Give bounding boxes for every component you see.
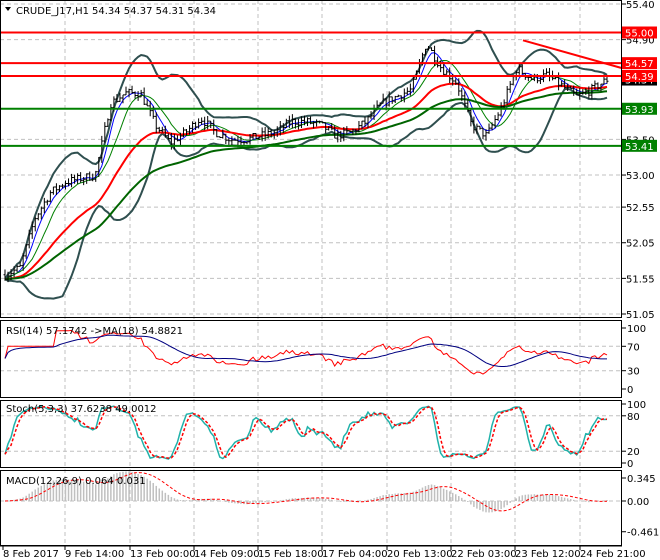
time-tick-label: 17 Feb 04:00 xyxy=(322,549,388,560)
price-tick-label: 51.05 xyxy=(626,310,655,321)
indicator-tick-label: 20 xyxy=(627,447,640,458)
indicator-tick-label: 0.00 xyxy=(627,497,649,508)
macd-title: MACD(12,26,9) 0.064 0.031 xyxy=(6,476,146,487)
trading-chart[interactable]: CRUDE_J17,H1 54.34 54.37 54.31 54.34 RSI… xyxy=(0,0,660,560)
indicator-tick-label: 30 xyxy=(627,367,640,378)
indicator-tick-label: 100 xyxy=(627,400,646,411)
indicator-tick-label: 0.345 xyxy=(627,474,656,485)
rsi-title: RSI(14) 57.1742 ->MA(18) 54.8821 xyxy=(6,326,183,337)
price-tick-label: 55.40 xyxy=(626,0,655,11)
price-tick-label: 51.55 xyxy=(626,274,655,285)
indicator-tick-label: 70 xyxy=(627,342,640,353)
chart-header: CRUDE_J17,H1 54.34 54.37 54.31 54.34 xyxy=(5,6,216,17)
price-tick-label: 53.00 xyxy=(626,171,655,182)
time-tick-label: 14 Feb 09:00 xyxy=(194,549,260,560)
price-tick-label: 52.05 xyxy=(626,239,655,250)
level-price-label: 54.39 xyxy=(625,72,654,83)
time-tick-label: 20 Feb 13:00 xyxy=(387,549,453,560)
ohlc-values: 54.34 54.37 54.31 54.34 xyxy=(92,6,216,17)
time-tick-label: 23 Feb 12:00 xyxy=(515,549,581,560)
stoch-title: Stoch(5,3,3) 37.6238 49.0012 xyxy=(6,404,157,415)
time-tick-label: 24 Feb 21:00 xyxy=(580,549,646,560)
level-price-label: 53.41 xyxy=(625,142,654,153)
symbol-label: CRUDE_J17,H1 xyxy=(16,6,89,17)
time-tick-label: 13 Feb 00:00 xyxy=(130,549,196,560)
indicator-tick-label: -0.461 xyxy=(627,528,659,539)
indicator-tick-label: 0 xyxy=(627,459,633,470)
time-tick-label: 15 Feb 18:00 xyxy=(258,549,324,560)
time-tick-label: 8 Feb 2017 xyxy=(3,549,59,560)
level-price-label: 54.57 xyxy=(625,59,654,70)
indicator-tick-label: 0 xyxy=(627,385,633,396)
level-price-label: 53.93 xyxy=(625,105,654,116)
price-tick-label: 52.55 xyxy=(626,203,655,214)
level-price-label: 55.00 xyxy=(625,29,654,40)
indicator-tick-label: 100 xyxy=(627,324,646,335)
indicator-tick-label: 80 xyxy=(627,412,640,423)
time-tick-label: 9 Feb 14:00 xyxy=(65,549,124,560)
time-tick-label: 22 Feb 03:00 xyxy=(451,549,517,560)
